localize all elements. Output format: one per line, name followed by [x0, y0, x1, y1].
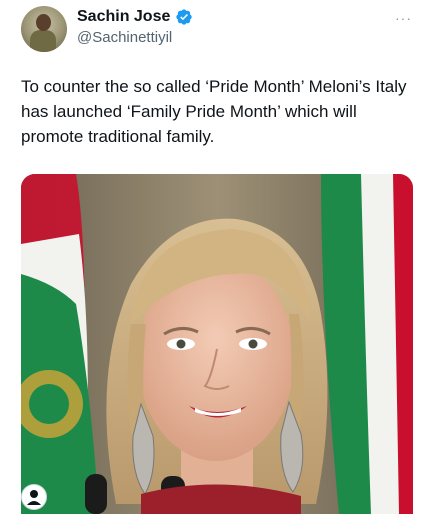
microphone-left [85, 474, 107, 514]
author-handle[interactable]: @Sachinettiyil [77, 28, 172, 48]
photo-illustration [21, 174, 413, 514]
person-tag-icon[interactable] [21, 484, 47, 510]
author-name-row: Sachin Jose [77, 6, 193, 28]
right-flag [321, 174, 413, 514]
avatar-figure-body [30, 30, 56, 52]
more-options-icon[interactable]: ··· [395, 10, 412, 26]
author-avatar[interactable] [21, 6, 67, 52]
tweet-text: To counter the so called ‘Pride Month’ M… [21, 77, 407, 146]
tweet-header: Sachin Jose @Sachinettiyil ··· [0, 0, 425, 60]
avatar-figure-head [36, 14, 51, 31]
tweet-media-photo[interactable] [21, 174, 413, 514]
author-name[interactable]: Sachin Jose [77, 6, 170, 28]
verified-badge-icon [176, 9, 193, 25]
person-tag-glyph [27, 490, 41, 505]
